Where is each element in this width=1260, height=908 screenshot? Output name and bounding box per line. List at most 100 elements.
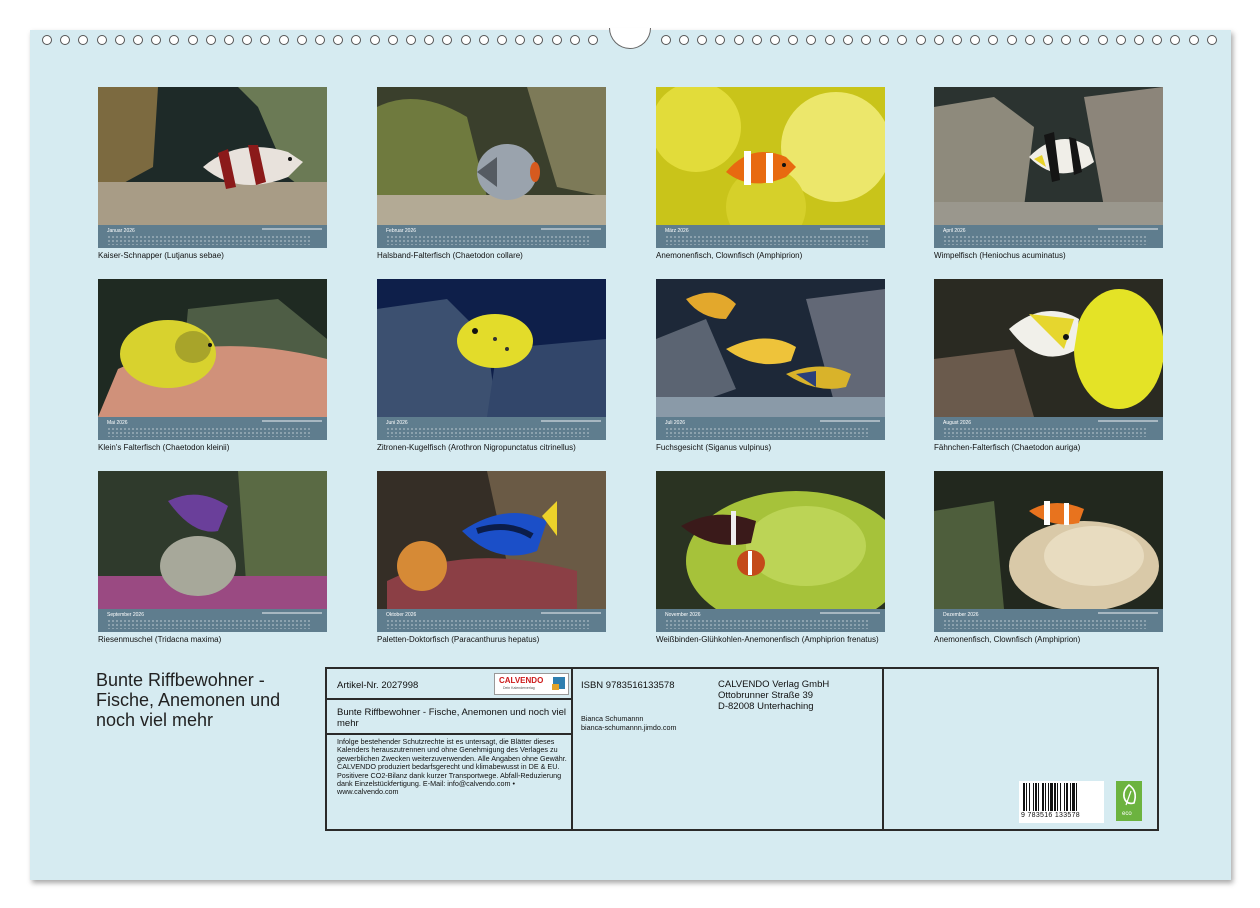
binding-ring	[897, 35, 908, 45]
month-tile: Mai 2026	[98, 279, 327, 440]
barcode: 9 783516 133578	[1019, 781, 1104, 823]
month-tile: Juni 2026	[377, 279, 606, 440]
month-tile: März 2026	[656, 87, 885, 248]
photo-caption: Zitronen-Kugelfisch (Arothron Nigropunct…	[377, 443, 576, 452]
calendar-back-page: Januar 2026 Februar 2026 März 2026 April…	[30, 28, 1231, 880]
divider	[327, 733, 572, 735]
day-grid	[943, 619, 1148, 629]
binding-ring	[151, 35, 162, 45]
product-title: Bunte Riffbewohner - Fische, Anemonen un…	[337, 707, 567, 729]
binding-ring	[224, 35, 234, 45]
day-grid	[107, 427, 312, 437]
photo-credit	[262, 612, 322, 614]
publisher-city: D-82008 Unterhaching	[718, 701, 814, 712]
month-photo	[377, 279, 606, 417]
binding-ring	[351, 35, 362, 45]
month-label: Oktober 2026	[386, 612, 417, 618]
month-label: März 2026	[665, 228, 689, 234]
binding-ring	[387, 35, 398, 45]
binding-ring	[733, 35, 744, 45]
month-calendar-strip: September 2026	[98, 609, 327, 632]
month-photo	[934, 87, 1163, 225]
binding-ring	[515, 35, 526, 45]
divider	[327, 698, 572, 700]
binding-ring	[788, 35, 799, 45]
month-label: April 2026	[943, 228, 966, 234]
binding-ring	[242, 35, 253, 45]
month-tile: August 2026	[934, 279, 1163, 440]
binding-ring	[78, 35, 89, 45]
month-photo	[98, 87, 327, 225]
binding-ring	[369, 35, 380, 45]
photo-credit	[262, 420, 322, 422]
day-grid	[386, 235, 591, 245]
photo-credit	[820, 228, 880, 230]
binding-ring	[806, 35, 817, 45]
binding-ring	[460, 35, 471, 45]
binding-ring	[770, 35, 780, 45]
binding-ring	[1097, 35, 1108, 45]
photo-caption: Weißbinden-Glühkohlen-Anemonenfisch (Amp…	[656, 635, 879, 644]
binding-ring	[60, 35, 71, 45]
binding-ring	[1115, 35, 1126, 45]
month-label: Dezember 2026	[943, 612, 979, 618]
publisher-street: Ottobrunner Straße 39	[718, 690, 814, 701]
photo-caption: Wimpelfisch (Heniochus acuminatus)	[934, 251, 1066, 260]
logo-text: CALVENDO	[499, 676, 544, 685]
month-calendar-strip: Juni 2026	[377, 417, 606, 440]
binding-ring	[660, 35, 671, 45]
day-grid	[386, 427, 591, 437]
month-calendar-strip: Oktober 2026	[377, 609, 606, 632]
binding-ring	[1206, 35, 1217, 45]
binding-ring	[933, 35, 944, 45]
binding-ring	[1079, 35, 1090, 45]
binding-ring	[952, 35, 962, 45]
month-calendar-strip: März 2026	[656, 225, 885, 248]
binding-ring	[478, 35, 489, 45]
binding-ring	[751, 35, 762, 45]
leaf-icon	[1123, 784, 1136, 806]
binding-ring	[260, 35, 271, 45]
month-tile: November 2026	[656, 471, 885, 632]
divider	[571, 669, 573, 829]
photo-caption: Fähnchen-Falterfisch (Chaetodon auriga)	[934, 443, 1081, 452]
calendar-title: Bunte Riffbewohner - Fische, Anemonen un…	[96, 670, 281, 730]
binding-ring	[569, 35, 580, 45]
photo-credit	[541, 228, 601, 230]
binding-ring	[679, 35, 689, 45]
article-number: Artikel-Nr. 2027998	[337, 680, 419, 691]
month-tile: April 2026	[934, 87, 1163, 248]
publisher-name: CALVENDO Verlag GmbH	[718, 679, 830, 690]
month-photo	[656, 471, 885, 609]
month-label: August 2026	[943, 420, 972, 426]
barcode-bars-icon	[1023, 783, 1077, 811]
photo-caption: Halsband-Falterfisch (Chaetodon collare)	[377, 251, 523, 260]
month-label: Februar 2026	[386, 228, 417, 234]
month-label: Mai 2026	[107, 420, 128, 426]
binding-ring	[278, 35, 289, 45]
month-photo	[934, 471, 1163, 609]
binding-ring	[970, 35, 981, 45]
barcode-number: 9 783516 133578	[1021, 812, 1080, 819]
month-calendar-strip: August 2026	[934, 417, 1163, 440]
photo-credit	[1098, 612, 1158, 614]
logo-subtitle: Dein Kalenderverlag	[503, 686, 535, 690]
month-tile: Juli 2026	[656, 279, 885, 440]
day-grid	[943, 235, 1148, 245]
binding-ring	[1188, 35, 1199, 45]
photo-caption: Kaiser-Schnapper (Lutjanus sebae)	[98, 251, 224, 260]
month-label: Juni 2026	[386, 420, 408, 426]
photo-credit	[262, 228, 322, 230]
binding-ring	[551, 35, 562, 45]
binding-ring	[315, 35, 325, 45]
month-calendar-strip: Januar 2026	[98, 225, 327, 248]
legal-notice: Infolge bestehender Schutzrechte ist es …	[337, 737, 567, 797]
month-calendar-strip: Mai 2026	[98, 417, 327, 440]
day-grid	[665, 619, 870, 629]
month-photo	[98, 471, 327, 609]
binding-ring	[42, 35, 52, 45]
day-grid	[943, 427, 1148, 437]
day-grid	[386, 619, 591, 629]
month-label: Januar 2026	[107, 228, 135, 234]
binding-ring	[1061, 35, 1072, 45]
